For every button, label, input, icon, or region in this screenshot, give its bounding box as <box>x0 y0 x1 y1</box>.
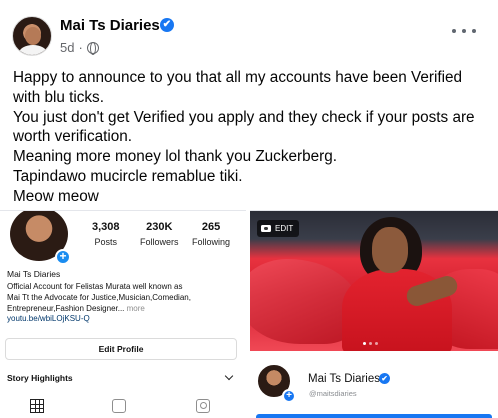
carousel-dots <box>363 342 378 345</box>
facebook-page-screenshot[interactable]: EDIT + Mai Ts Diaries ✔ @maitsdiaries <box>250 210 498 418</box>
page-action-button <box>256 414 492 418</box>
add-story-icon: + <box>55 249 71 265</box>
page-handle: @maitsdiaries <box>309 389 357 398</box>
instagram-name: Mai Ts Diaries <box>7 269 61 279</box>
igtv-icon <box>112 399 126 413</box>
edit-profile-button: Edit Profile <box>5 338 237 360</box>
post-line: Meow meow <box>13 187 99 205</box>
post-meta: 5d · <box>60 40 99 55</box>
story-highlights-label: Story Highlights <box>7 373 73 383</box>
author-avatar[interactable] <box>12 16 52 56</box>
avatar-face <box>25 27 41 45</box>
edit-cover-button: EDIT <box>257 220 300 237</box>
post-line: Happy to announce to you that all my acc… <box>13 69 463 86</box>
post-time[interactable]: 5d <box>60 40 74 55</box>
followers-stat: 230K Followers <box>140 221 179 247</box>
following-stat: 265 Following <box>192 221 231 247</box>
author-name[interactable]: Mai Ts Diaries <box>60 17 160 34</box>
camera-icon <box>261 225 271 232</box>
instagram-bio: Official Account for Felistas Murata wel… <box>7 282 191 313</box>
verified-badge-icon: ✔ <box>379 373 390 384</box>
page-name: Mai Ts Diaries <box>308 373 380 385</box>
post-line: You just don't get Verified you apply an… <box>13 108 475 126</box>
post-body: Happy to announce to you that all my acc… <box>13 68 493 207</box>
post-line: Meaning more money lol thank you Zuckerb… <box>13 148 337 166</box>
add-photo-icon: + <box>282 389 296 403</box>
verified-badge-icon: ✔ <box>160 18 174 32</box>
facebook-post: Mai Ts Diaries ✔ 5d · Happy to announce … <box>0 0 498 210</box>
tagged-icon <box>196 399 210 413</box>
posts-stat: 3,308 Posts <box>92 221 120 247</box>
post-line: Tapindawo mucircle remablue tiki. <box>13 167 243 185</box>
instagram-profile-screenshot[interactable]: + 3,308 Posts 230K Followers 265 Followi… <box>0 210 246 418</box>
chevron-down-icon <box>224 371 234 381</box>
more-options-button[interactable] <box>452 26 476 36</box>
avatar-shirt <box>19 45 47 55</box>
globe-icon <box>86 41 99 55</box>
instagram-link: youtu.be/wbiLOjKSU-Q <box>7 314 90 323</box>
grid-icon <box>30 399 44 413</box>
post-line: worth verification. <box>13 128 133 146</box>
post-line: with blu ticks. <box>13 88 104 106</box>
cover-photo: EDIT <box>250 211 498 351</box>
